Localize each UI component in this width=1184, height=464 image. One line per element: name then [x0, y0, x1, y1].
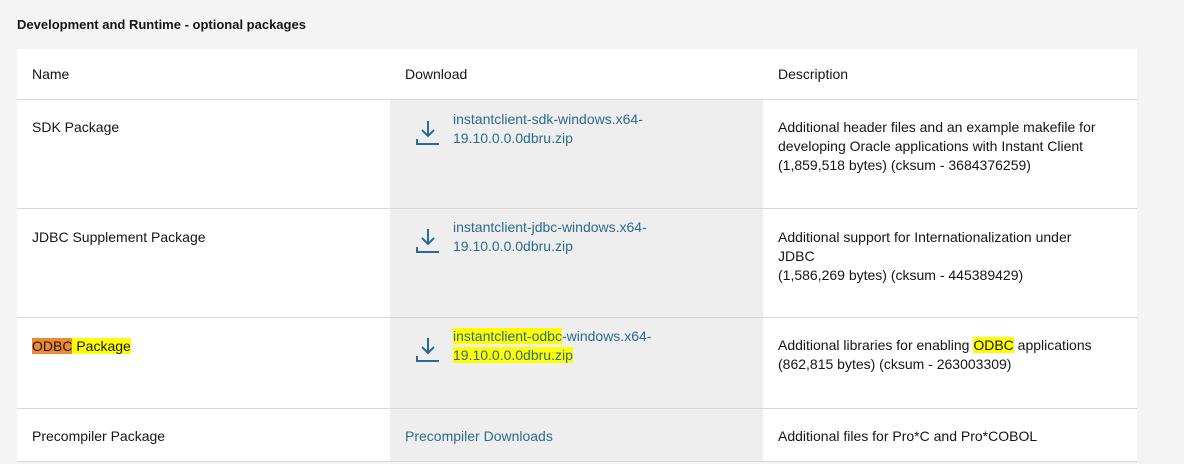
description-cell: Additional header files and an example m… — [763, 99, 1137, 209]
header-name: Name — [17, 49, 390, 100]
description-cell: Additional files for Pro*C and Pro*COBOL — [763, 408, 1137, 462]
description-cell: Additional support for Internationalizat… — [763, 208, 1137, 318]
search-highlight-current: ODBC — [32, 338, 73, 354]
table-row: ODBC Package instantclient-odbc-windows.… — [17, 317, 1137, 409]
package-name: ODBC Package — [32, 318, 380, 356]
packages-table: Name Download Description SDK Package in… — [17, 49, 1137, 462]
header-description: Description — [763, 49, 1137, 100]
section-title: Development and Runtime - optional packa… — [17, 17, 306, 32]
download-cell: instantclient-sdk-windows.x64- 19.10.0.0.… — [390, 99, 763, 209]
download-cell: instantclient-jdbc-windows.x64- 19.10.0.0… — [390, 208, 763, 318]
package-name: SDK Package — [32, 119, 120, 135]
download-cell: instantclient-odbc-windows.x64- 19.10.0.0… — [390, 317, 763, 409]
search-highlight: ODBC — [973, 337, 1014, 353]
description-cell: Additional libraries for enabling ODBC a… — [763, 317, 1137, 409]
download-icon — [416, 229, 439, 253]
description-text: Additional files for Pro*C and Pro*COBOL — [778, 428, 1038, 444]
search-highlight: Package — [72, 338, 131, 354]
download-link-odbc[interactable]: instantclient-odbc-windows.x64- 19.10.0.0… — [453, 327, 651, 365]
name-cell: JDBC Supplement Package — [17, 208, 390, 318]
description-text: Additional support for Internationalizat… — [778, 229, 1072, 283]
download-icon — [416, 121, 439, 145]
name-cell: ODBC Package — [17, 317, 390, 409]
package-name: JDBC Supplement Package — [32, 229, 206, 245]
download-link-sdk[interactable]: instantclient-sdk-windows.x64- 19.10.0.0.… — [453, 110, 643, 148]
precompiler-downloads-link[interactable]: Precompiler Downloads — [405, 409, 753, 446]
name-cell: SDK Package — [17, 99, 390, 209]
download-link-jdbc[interactable]: instantclient-jdbc-windows.x64- 19.10.0.0… — [453, 218, 647, 256]
download-cell: Precompiler Downloads — [390, 408, 763, 462]
table-header-row: Name Download Description — [17, 49, 1137, 100]
table-row: Precompiler Package Precompiler Download… — [17, 408, 1137, 462]
name-cell: Precompiler Package — [17, 408, 390, 462]
package-name: Precompiler Package — [32, 428, 166, 444]
table-row: SDK Package instantclient-sdk-windows.x6… — [17, 99, 1137, 209]
description-text: Additional libraries for enabling ODBC a… — [778, 337, 1092, 372]
download-icon — [416, 338, 439, 362]
description-text: Additional header files and an example m… — [778, 119, 1096, 173]
table-row: JDBC Supplement Package instantclient-jd… — [17, 208, 1137, 318]
header-download: Download — [390, 49, 763, 100]
